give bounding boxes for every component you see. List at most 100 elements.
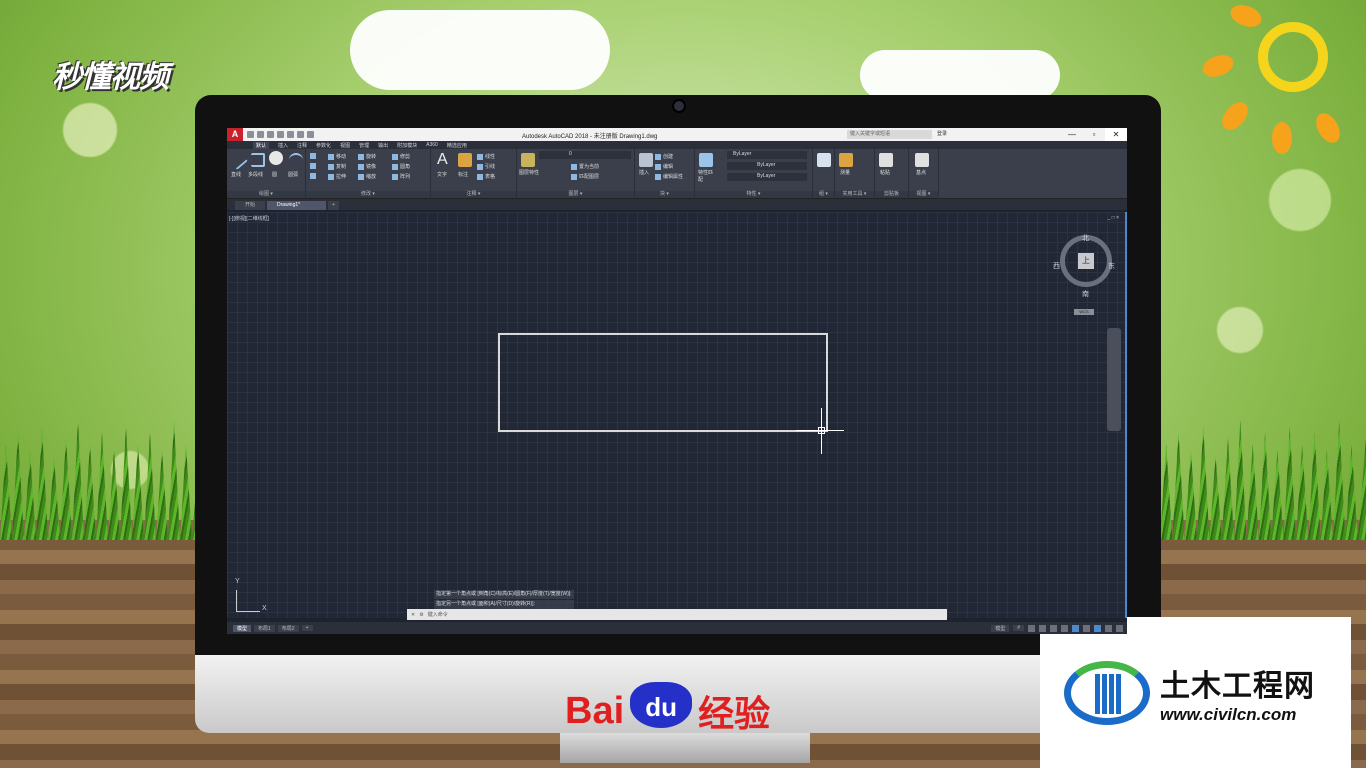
create-block-tool[interactable]: 创建 bbox=[655, 153, 673, 160]
close-button[interactable]: ✕ bbox=[1105, 128, 1127, 141]
tab-parametric[interactable]: 参数化 bbox=[316, 142, 331, 149]
clipboard-panel-label[interactable]: 剪贴板 bbox=[875, 191, 908, 198]
paste-icon[interactable] bbox=[879, 153, 893, 167]
circle-icon[interactable] bbox=[269, 151, 283, 165]
linetype-dropdown[interactable]: ByLayer bbox=[727, 162, 807, 170]
workspace-icon[interactable] bbox=[1083, 624, 1090, 632]
layer-properties-label[interactable]: 图层特性 bbox=[519, 169, 539, 176]
trim-tool[interactable]: 修剪 bbox=[392, 153, 410, 160]
paste-label[interactable]: 粘贴 bbox=[880, 169, 890, 176]
match-layer-tool[interactable]: 匹配图层 bbox=[571, 173, 599, 180]
text-icon[interactable]: A bbox=[437, 151, 448, 169]
layer-dropdown[interactable]: 0 bbox=[539, 151, 631, 159]
new-tab-button[interactable]: + bbox=[328, 201, 340, 210]
array-tool[interactable]: 阵列 bbox=[392, 173, 410, 180]
base-view-icon[interactable] bbox=[915, 153, 929, 167]
utilities-panel-label[interactable]: 实用工具 ▾ bbox=[835, 191, 874, 198]
circle-label[interactable]: 圆 bbox=[272, 171, 277, 178]
viewcube-top[interactable]: 上 bbox=[1078, 253, 1094, 269]
match-properties-label[interactable]: 特性匹配 bbox=[698, 169, 714, 183]
tab-layout2[interactable]: 布局2 bbox=[277, 624, 299, 632]
tab-featured[interactable]: 精选应用 bbox=[447, 142, 467, 149]
customize-icon[interactable] bbox=[1116, 624, 1123, 632]
move-tool[interactable]: 移动 bbox=[328, 153, 346, 160]
properties-panel-label[interactable]: 特性 ▾ bbox=[695, 191, 812, 198]
viewport-label[interactable]: [-][俯视][二维线框] bbox=[229, 215, 269, 222]
fullscreen-icon[interactable] bbox=[1105, 624, 1112, 632]
base-label[interactable]: 基点 bbox=[916, 169, 926, 176]
tab-a360[interactable]: A360 bbox=[426, 142, 438, 148]
annotation-scale-icon[interactable] bbox=[1072, 624, 1079, 632]
gear-icon[interactable] bbox=[310, 163, 318, 169]
make-current-tool[interactable]: 置为当前 bbox=[571, 163, 599, 170]
line-icon[interactable] bbox=[228, 150, 248, 170]
open-icon[interactable] bbox=[257, 131, 264, 138]
save-icon[interactable] bbox=[267, 131, 274, 138]
snap-icon[interactable] bbox=[1028, 624, 1035, 632]
fillet-tool[interactable]: 圆角 bbox=[392, 163, 410, 170]
isolate-icon[interactable] bbox=[1094, 624, 1101, 632]
edit-block-tool[interactable]: 编辑 bbox=[655, 163, 673, 170]
polyline-icon[interactable] bbox=[251, 153, 265, 167]
grid-toggle[interactable]: # bbox=[1013, 625, 1024, 631]
line-label[interactable]: 直线 bbox=[231, 171, 241, 178]
gear-icon[interactable] bbox=[310, 153, 318, 159]
tab-addins[interactable]: 附加模块 bbox=[397, 142, 417, 149]
ortho-icon[interactable] bbox=[1039, 624, 1046, 632]
stretch-tool[interactable]: 拉伸 bbox=[328, 173, 346, 180]
tab-default[interactable]: 默认 bbox=[253, 141, 270, 149]
leader-tool[interactable]: 引线 bbox=[477, 163, 495, 170]
saveas-icon[interactable] bbox=[277, 131, 284, 138]
gear-icon[interactable] bbox=[310, 173, 318, 179]
modify-panel-label[interactable]: 修改 ▾ bbox=[306, 191, 430, 198]
dimension-icon[interactable] bbox=[458, 153, 472, 167]
minimize-button[interactable]: — bbox=[1061, 128, 1083, 141]
mirror-tool[interactable]: 镜像 bbox=[358, 163, 376, 170]
viewcube-east[interactable]: 东 bbox=[1108, 261, 1115, 271]
view-panel-label[interactable]: 视图 ▾ bbox=[909, 191, 938, 198]
measure-label[interactable]: 测量 bbox=[840, 169, 850, 176]
arc-icon[interactable] bbox=[289, 153, 303, 167]
insert-label[interactable]: 插入 bbox=[639, 169, 649, 176]
command-line[interactable]: ✕ ⚙ 键入命令 bbox=[407, 609, 947, 620]
scale-tool[interactable]: 缩放 bbox=[358, 173, 376, 180]
polar-icon[interactable] bbox=[1050, 624, 1057, 632]
table-tool[interactable]: 表格 bbox=[477, 173, 495, 180]
tab-output[interactable]: 输出 bbox=[378, 142, 388, 149]
redo-icon[interactable] bbox=[307, 131, 314, 138]
osnap-icon[interactable] bbox=[1061, 624, 1068, 632]
dimension-label[interactable]: 标注 bbox=[458, 171, 468, 178]
measure-icon[interactable] bbox=[839, 153, 853, 167]
color-dropdown[interactable]: ByLayer bbox=[727, 151, 807, 159]
block-panel-label[interactable]: 块 ▾ bbox=[635, 191, 694, 198]
file-tab-start[interactable]: 开始 bbox=[235, 201, 266, 210]
model-space-toggle[interactable]: 模型 bbox=[991, 624, 1010, 632]
viewcube-south[interactable]: 南 bbox=[1082, 289, 1089, 299]
viewcube-north[interactable]: 北 bbox=[1082, 233, 1089, 243]
print-icon[interactable] bbox=[287, 131, 294, 138]
wrench-icon[interactable]: ⚙ bbox=[419, 612, 423, 618]
tab-layout1[interactable]: 布局1 bbox=[254, 624, 275, 632]
autocad-app-button[interactable]: A bbox=[227, 128, 243, 141]
navigation-bar[interactable] bbox=[1107, 328, 1121, 431]
copy-tool[interactable]: 复制 bbox=[328, 163, 346, 170]
drawn-rectangle[interactable] bbox=[498, 333, 828, 432]
search-input[interactable]: 键入关键字或短语 bbox=[847, 130, 932, 139]
tab-model[interactable]: 模型 bbox=[233, 624, 252, 632]
tab-view[interactable]: 视图 bbox=[340, 142, 350, 149]
sign-in-button[interactable]: 登录 bbox=[937, 130, 947, 137]
draw-panel-label[interactable]: 绘图 ▾ bbox=[227, 191, 305, 198]
lineweight-dropdown[interactable]: ByLayer bbox=[727, 173, 807, 181]
file-tab-drawing1[interactable]: Drawing1* bbox=[267, 201, 327, 210]
close-icon[interactable]: ✕ bbox=[411, 612, 415, 618]
arc-label[interactable]: 圆弧 bbox=[288, 171, 298, 178]
edit-attr-tool[interactable]: 编辑属性 bbox=[655, 173, 683, 180]
insert-block-icon[interactable] bbox=[639, 153, 653, 167]
layer-properties-icon[interactable] bbox=[521, 153, 535, 167]
rotate-tool[interactable]: 旋转 bbox=[358, 153, 376, 160]
add-layout-button[interactable]: + bbox=[301, 625, 313, 631]
annotation-panel-label[interactable]: 注释 ▾ bbox=[431, 191, 516, 198]
new-icon[interactable] bbox=[247, 131, 254, 138]
group-icon[interactable] bbox=[817, 153, 831, 167]
layers-panel-label[interactable]: 图层 ▾ bbox=[517, 191, 634, 198]
